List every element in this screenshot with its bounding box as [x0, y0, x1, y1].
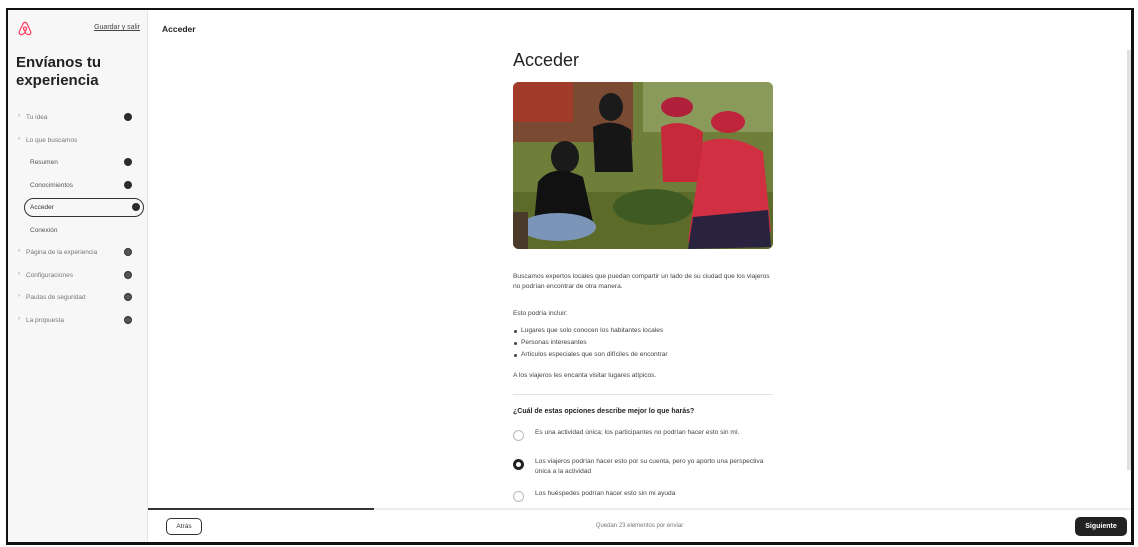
sidebar-title: Envíanos tu experiencia [16, 54, 102, 89]
sidebar-item-lo-que-buscamos[interactable]: › Lo que buscamos [16, 131, 144, 154]
list-item: Artículos especiales que son difíciles d… [513, 349, 668, 361]
radio-button[interactable] [513, 491, 524, 502]
closing-text: A los viajeros les encanta visitar lugar… [513, 372, 657, 379]
check-done-icon [132, 203, 140, 211]
progress-fill [148, 508, 375, 510]
app-window: Guardar y salir Envíanos tu experiencia … [6, 8, 1134, 545]
photo-illustration [513, 82, 773, 249]
partial-status-icon [124, 270, 132, 279]
sidebar-item-pagina-experiencia[interactable]: › Página de la experiencia [16, 243, 144, 266]
airbnb-logo-icon[interactable] [16, 20, 34, 38]
chevron-down-icon: › [18, 135, 20, 142]
main-content: Acceder Buscamos expertos locales que pu… [513, 50, 773, 502]
sidebar: Guardar y salir Envíanos tu experiencia … [8, 10, 148, 542]
save-and-exit-link[interactable]: Guardar y salir [94, 24, 140, 31]
chevron-right-icon: › [18, 315, 20, 322]
list-item: Lugares que solo conocen los habitantes … [513, 325, 668, 337]
chevron-right-icon: › [18, 293, 20, 299]
sidebar-item-tu-idea[interactable]: › Tu idea [16, 108, 144, 131]
sidebar-item-la-propuesta[interactable]: › La propuesta [16, 311, 144, 334]
top-header: Acceder [148, 10, 1131, 40]
sidebar-item-conexion[interactable]: Conexión [16, 221, 144, 244]
radio-button-selected[interactable] [513, 459, 524, 470]
divider [513, 394, 773, 395]
sidebar-item-resumen[interactable]: Resumen [16, 153, 144, 176]
sidebar-item-acceder[interactable]: Acceder [16, 198, 144, 221]
check-done-icon [124, 158, 132, 166]
intro-text: Buscamos expertos locales que puedan com… [513, 273, 770, 290]
step-list: › Tu idea › Lo que buscamos Resumen Cono… [16, 108, 144, 333]
chevron-right-icon: › [18, 113, 20, 119]
partial-status-icon [124, 248, 132, 256]
chevron-right-icon: › [18, 248, 20, 254]
radio-button[interactable] [513, 430, 524, 441]
sidebar-item-conocimientos[interactable]: Conocimientos [16, 176, 144, 199]
partial-status-icon [124, 315, 132, 324]
remaining-items-text: Quedan 23 elementos por enviar [595, 523, 684, 529]
question-label: ¿Cuál de estas opciones describe mejor l… [513, 408, 695, 415]
page-title: Acceder [162, 24, 196, 34]
check-done-icon [124, 180, 132, 189]
footer: Atrás Quedan 23 elementos por enviar Sig… [148, 508, 1131, 542]
next-button[interactable]: Siguiente [1075, 517, 1127, 536]
chevron-right-icon: › [18, 270, 20, 277]
sidebar-item-configuraciones[interactable]: › Configuraciones [16, 266, 144, 289]
section-heading: Acceder [513, 50, 580, 70]
partial-status-icon [124, 293, 132, 301]
experience-photo [513, 82, 773, 249]
sidebar-top: Guardar y salir [16, 20, 140, 40]
list-item: Personas interesantes [513, 337, 668, 349]
progress-bar [148, 508, 1131, 510]
scrollbar-thumb[interactable] [1127, 50, 1131, 470]
scrollbar[interactable] [1127, 50, 1131, 470]
check-done-icon [124, 113, 132, 121]
bullet-list: Lugares que solo conocen los habitantes … [513, 325, 668, 361]
sidebar-item-pautas-seguridad[interactable]: › Pautas de seguridad [16, 288, 144, 311]
may-include-label: Esto podría incluir: [513, 310, 568, 317]
